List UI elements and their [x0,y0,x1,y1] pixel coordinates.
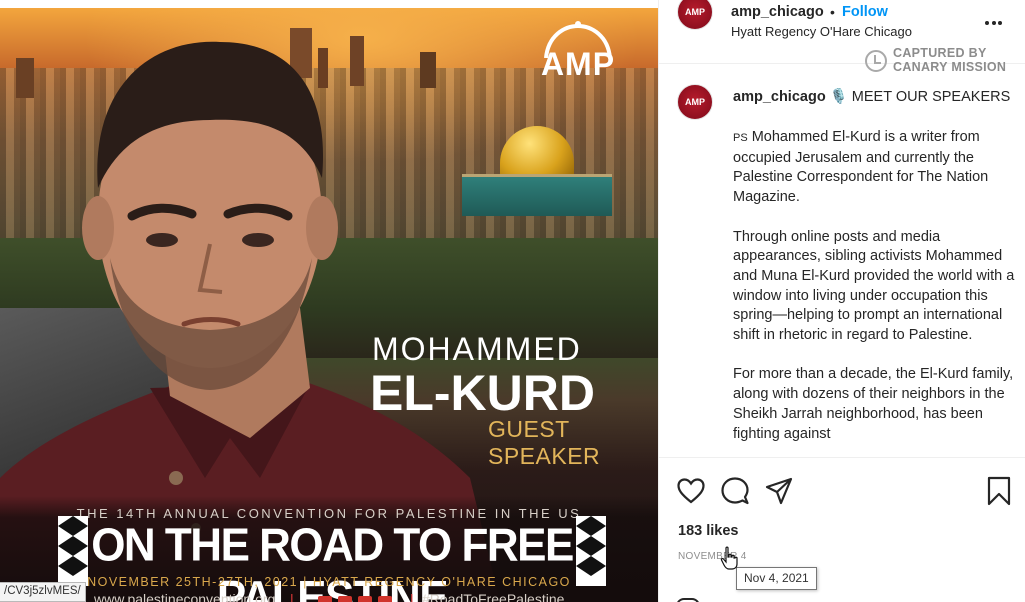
avatar-text: AMP [685,7,705,17]
post-header: AMP amp_chicago • Follow Hyatt Regency O… [659,0,1025,74]
caption-paragraph: For more than a decade, the El-Kurd fami… [733,366,1014,442]
convention-hashtag: #RoadToFreePalestine [422,591,565,602]
youtube-icon [378,596,392,602]
divider: | [410,591,414,602]
hand-cursor-icon [720,546,738,570]
social-icons [318,593,398,602]
next-comment-avatar [676,598,700,602]
caption-header: amp_chicago 🎙️ MEET OUR SPEAKERS [733,88,1010,105]
caption-heading: 🎙️ MEET OUR SPEAKERS [829,89,1011,105]
heart-icon[interactable] [677,478,705,504]
separator-dot: • [830,4,835,20]
caption-paragraph: Through online posts and media appearanc… [733,228,1015,344]
share-icon[interactable] [765,477,793,505]
date-tooltip: Nov 4, 2021 [736,567,817,590]
watermark-line-1: CAPTURED BY [893,46,987,60]
caption-avatar[interactable]: AMP [677,84,713,120]
ps-mark: PS [733,132,748,144]
amp-logo: AMP [528,18,628,84]
amp-logo-text: AMP [540,46,616,82]
event-title: ON THE ROAD TO FREE PALESTINE [91,519,574,602]
twitter-icon [358,596,372,602]
avatar[interactable]: AMP [677,0,713,30]
caption-body: PS Mohammed El-Kurd is a writer from occ… [733,128,1018,457]
post-panel: AMP amp_chicago • Follow Hyatt Regency O… [658,0,1025,602]
speaker-last-name: EL-KURD [370,365,595,421]
poster-footer: www.palestineconvention.org | | #RoadToF… [80,591,640,602]
likes-count[interactable]: 183 likes [678,523,738,539]
more-options-icon[interactable] [985,12,1007,26]
browser-status-url: /CV3j5zlvMES/ [0,582,86,602]
post-location[interactable]: Hyatt Regency O'Hare Chicago [731,24,912,39]
post-image[interactable]: AMP MOHAMMED EL-KURD GUEST SPEAKER THE 1… [0,8,658,602]
post-username[interactable]: amp_chicago [731,4,824,20]
post-actions [659,474,1025,506]
comment-icon[interactable] [721,477,749,505]
follow-button[interactable]: Follow [842,4,888,20]
caption-username[interactable]: amp_chicago [733,89,826,105]
event-dates-line: NOVEMBER 25TH-27TH, 2021 | HYATT REGENCY… [87,575,571,589]
convention-website: www.palestineconvention.org [94,591,276,602]
avatar-text: AMP [685,97,705,107]
caption-paragraph: PS Mohammed El-Kurd is a writer from occ… [733,128,1018,208]
divider: | [290,591,294,602]
caption-paragraph-text: Mohammed El-Kurd is a writer from occupi… [733,129,989,206]
facebook-icon [318,596,332,602]
instagram-icon [338,596,352,602]
bookmark-icon[interactable] [987,476,1011,506]
speaker-role: GUEST SPEAKER [488,416,601,469]
caption-area[interactable]: AMP amp_chicago 🎙️ MEET OUR SPEAKERS PS … [659,64,1025,458]
speaker-first-name: MOHAMMED [372,331,582,367]
